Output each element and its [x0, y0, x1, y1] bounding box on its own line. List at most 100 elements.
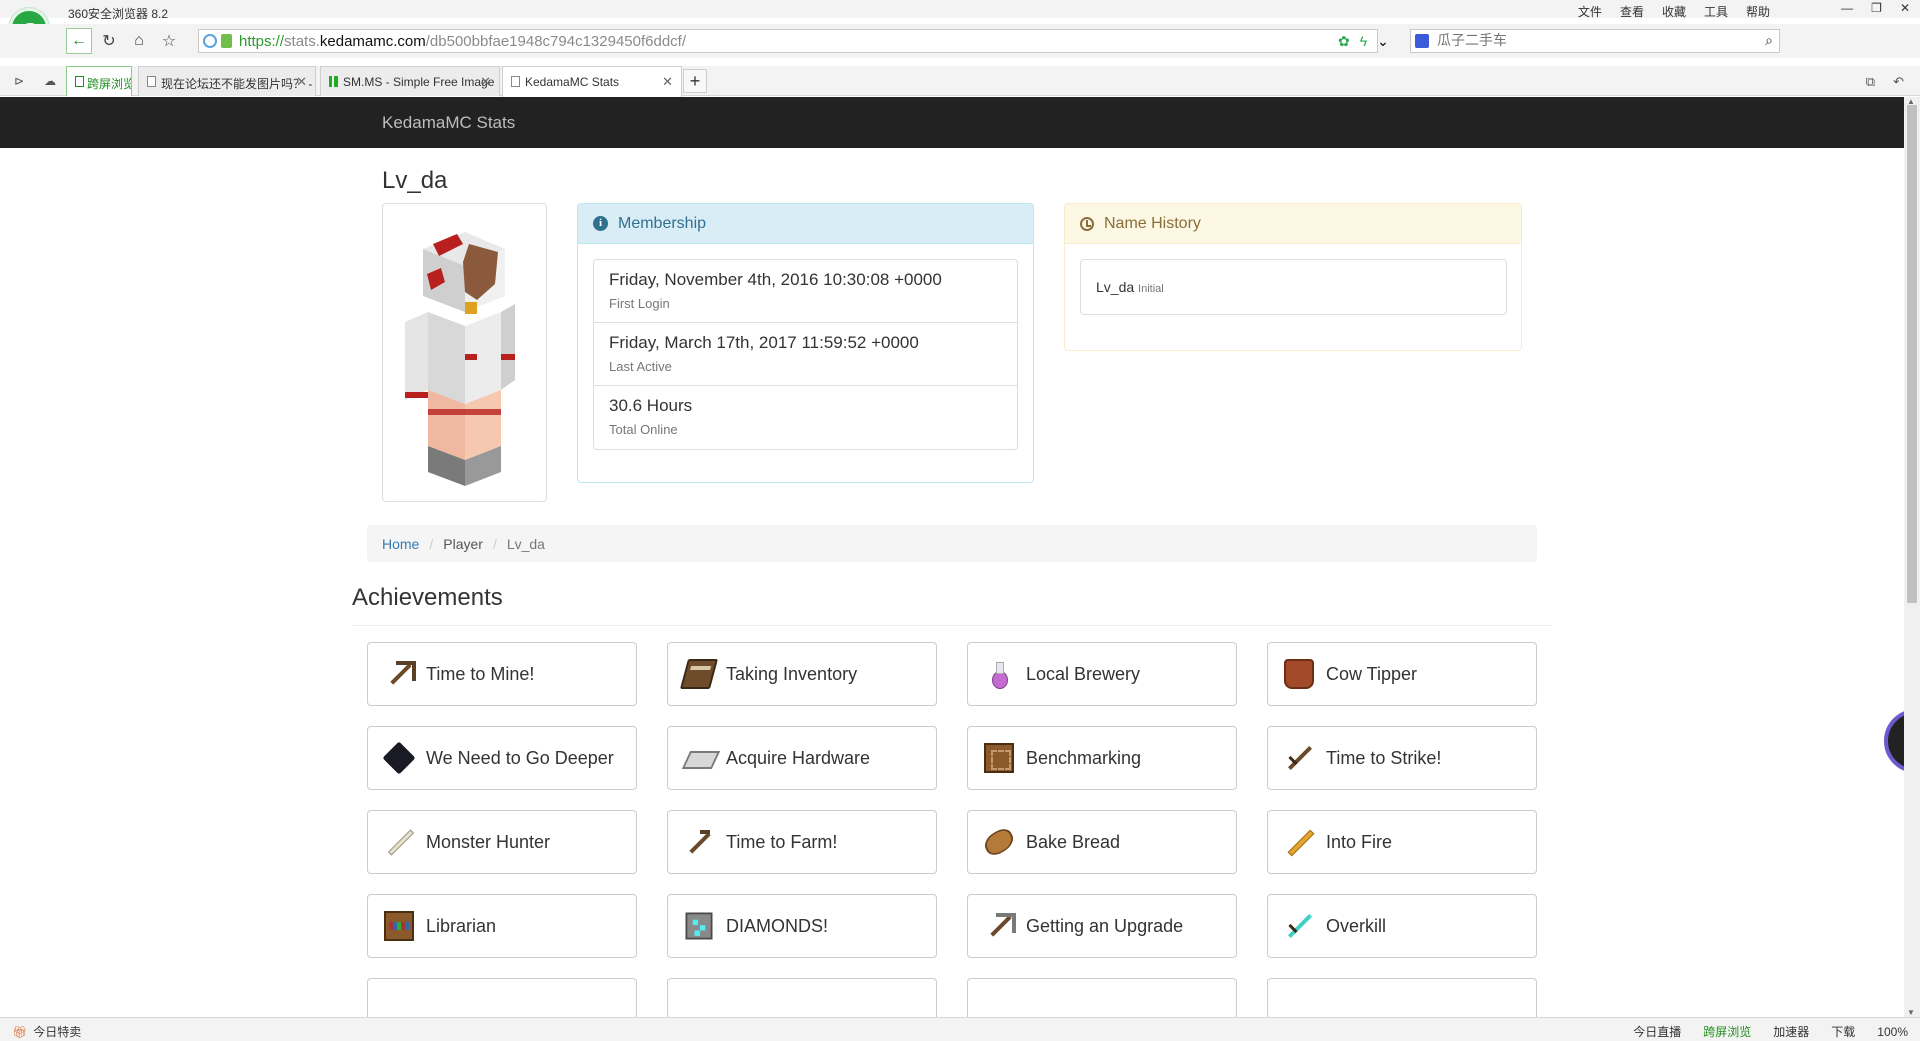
achievement-label: Getting an Upgrade	[1026, 915, 1184, 936]
skin-render-icon	[405, 232, 515, 486]
back-button[interactable]: ←	[66, 28, 92, 54]
status-cross-screen[interactable]: 跨屏浏览	[1703, 1023, 1751, 1040]
leather-icon	[1284, 659, 1314, 689]
breadcrumb: Home / Player / Lv_da	[367, 525, 1537, 562]
restore-tabs-icon[interactable]: ⧉	[1866, 74, 1875, 90]
achievement-card[interactable]: Overkill	[1267, 894, 1537, 958]
clock-icon	[1080, 216, 1094, 231]
breadcrumb-separator: /	[492, 536, 497, 552]
status-zoom[interactable]: 100%	[1877, 1025, 1908, 1039]
search-icon[interactable]: ⌕	[1765, 32, 1773, 49]
cloud-icon[interactable]: ☁	[44, 74, 56, 88]
page-icon	[511, 76, 520, 87]
status-live[interactable]: 今日直播	[1633, 1023, 1681, 1040]
minimize-icon[interactable]: —	[1841, 1, 1853, 15]
breadcrumb-separator: /	[429, 536, 434, 552]
new-tab-button[interactable]: +	[683, 69, 707, 93]
status-deals[interactable]: 今日特卖	[33, 1023, 81, 1040]
achievement-label: Monster Hunter	[426, 831, 551, 852]
bookshelf-icon	[384, 911, 414, 941]
site-brand[interactable]: KedamaMC Stats	[382, 113, 515, 133]
achievement-label: We Need to Go Deeper	[426, 747, 614, 768]
achievement-card[interactable]: Librarian	[367, 894, 637, 958]
tab-leading-icons: ⊳ ☁	[14, 74, 56, 88]
achievement-card-partial[interactable]	[967, 978, 1237, 1017]
achievement-card[interactable]: Bake Bread	[967, 810, 1237, 874]
browser-statusbar: 🎁︎ 今日特卖 今日直播 跨屏浏览 加速器 下载 100%	[0, 1017, 1920, 1041]
search-engine-icon[interactable]	[1415, 34, 1429, 48]
tab-kedamamc-stats[interactable]: KedamaMC Stats ✕	[502, 66, 682, 97]
breadcrumb-home-link[interactable]: Home	[382, 536, 419, 552]
home-icon[interactable]: ⌂	[126, 28, 152, 54]
last-active-label: Last Active	[609, 359, 672, 374]
refresh-icon[interactable]: ↻	[96, 28, 122, 54]
achievement-card-partial[interactable]	[1267, 978, 1537, 1017]
star-icon[interactable]: ☆	[156, 28, 182, 54]
tab-cross-screen[interactable]: 跨屏浏览	[66, 66, 132, 96]
first-login-value: Friday, November 4th, 2016 10:30:08 +000…	[609, 270, 942, 289]
first-login-item: Friday, November 4th, 2016 10:30:08 +000…	[594, 260, 1017, 323]
status-accelerator[interactable]: 加速器	[1773, 1023, 1809, 1040]
tab-close-icon[interactable]: ✕	[480, 74, 491, 90]
address-extras: ✿ ϟ ⌄	[1338, 33, 1389, 50]
achievement-card[interactable]: We Need to Go Deeper	[367, 726, 637, 790]
achievement-card[interactable]: Time to Strike!	[1267, 726, 1537, 790]
achievement-label: Librarian	[426, 915, 497, 936]
achievement-card[interactable]: Cow Tipper	[1267, 642, 1537, 706]
statusbar-left[interactable]: 🎁︎ 今日特卖	[12, 1023, 81, 1040]
search-input[interactable]	[1437, 33, 1737, 49]
stone-pickaxe-icon	[984, 911, 1014, 941]
maximize-icon[interactable]: ❐	[1871, 1, 1882, 15]
sidebar-toggle-icon[interactable]: ⊳	[14, 74, 24, 88]
page-icon	[147, 76, 156, 87]
scroll-down-icon[interactable]: ▼	[1907, 1008, 1915, 1017]
achievement-card[interactable]: Time to Mine!	[367, 642, 637, 706]
vertical-scrollbar[interactable]: ▲ ▼	[1904, 97, 1920, 1017]
achievement-label: Local Brewery	[1026, 663, 1141, 684]
chart-bars-icon	[329, 76, 338, 87]
url-input[interactable]: https://stats.kedamamc.com/db500bbfae194…	[198, 29, 1378, 53]
achievement-card[interactable]: Time to Farm!	[667, 810, 937, 874]
tab-close-icon[interactable]: ✕	[662, 74, 673, 90]
search-box[interactable]: ⌕	[1410, 29, 1780, 53]
achievement-card[interactable]: Getting an Upgrade	[967, 894, 1237, 958]
speed-icon[interactable]: ϟ	[1360, 33, 1367, 50]
floating-widget[interactable]	[1884, 709, 1904, 773]
chevron-down-icon[interactable]: ⌄	[1377, 33, 1389, 50]
achievement-card-partial[interactable]	[367, 978, 637, 1017]
tab-close-icon[interactable]: ✕	[296, 74, 307, 90]
undo-close-icon[interactable]: ↶	[1893, 74, 1904, 90]
achievement-card[interactable]: Benchmarking	[967, 726, 1237, 790]
page-viewport: KedamaMC Stats Lv_da i Membership Friday…	[0, 97, 1904, 1017]
name-history-heading: Name History	[1065, 204, 1521, 244]
total-online-item: 30.6 Hours Total Online	[594, 386, 1017, 449]
achievement-card-partial[interactable]	[667, 978, 937, 1017]
achievement-label: Acquire Hardware	[726, 747, 871, 768]
statusbar-right: 今日直播 跨屏浏览 加速器 下载 100%	[1633, 1023, 1908, 1040]
menu-favorites[interactable]: 收藏	[1662, 3, 1686, 20]
close-icon[interactable]: ✕	[1900, 1, 1910, 15]
tab-bar: ⊳ ☁ 跨屏浏览 现在论坛还不能发图片吗？ - 毛 ✕ SM.MS - Simp…	[0, 66, 1920, 97]
name-history-panel: Name History Lv_da Initial	[1064, 203, 1522, 351]
achievement-card[interactable]: Acquire Hardware	[667, 726, 937, 790]
achievement-card[interactable]: Monster Hunter	[367, 810, 637, 874]
achievement-card[interactable]: DIAMONDS!	[667, 894, 937, 958]
globe-icon	[203, 34, 217, 48]
scroll-thumb[interactable]	[1907, 105, 1917, 603]
menu-file[interactable]: 文件	[1578, 3, 1602, 20]
achievement-label: Bake Bread	[1026, 831, 1121, 852]
wooden-sword-icon	[1284, 743, 1314, 773]
achievement-card[interactable]: Taking Inventory	[667, 642, 937, 706]
menu-help[interactable]: 帮助	[1746, 3, 1770, 20]
menu-tools[interactable]: 工具	[1704, 3, 1728, 20]
compat-mode-icon[interactable]: ✿	[1338, 33, 1350, 50]
bone-icon	[384, 827, 414, 857]
achievement-card[interactable]: Into Fire	[1267, 810, 1537, 874]
achievement-card[interactable]: Local Brewery	[967, 642, 1237, 706]
tab-forum[interactable]: 现在论坛还不能发图片吗？ - 毛 ✕	[138, 66, 316, 96]
status-download[interactable]: 下载	[1831, 1023, 1855, 1040]
menu-view[interactable]: 查看	[1620, 3, 1644, 20]
player-skin	[382, 203, 547, 502]
browser-title: 360安全浏览器 8.2	[68, 7, 169, 21]
tab-smms[interactable]: SM.MS - Simple Free Image ✕	[320, 66, 500, 96]
